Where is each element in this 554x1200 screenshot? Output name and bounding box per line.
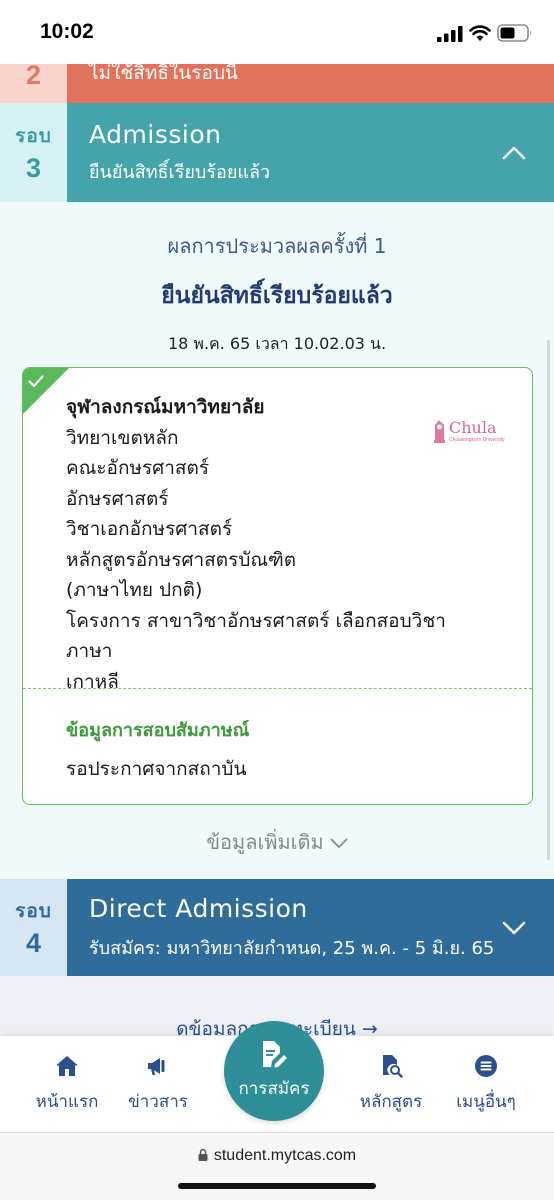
chevron-down-icon bbox=[330, 838, 348, 848]
round-4-detail: รับสมัคร: มหาวิทยาลัยกำหนด, 25 พ.ค. - 5 … bbox=[89, 937, 495, 959]
signal-icon bbox=[437, 26, 463, 42]
nav-more[interactable]: เมนูอื่นๆ bbox=[441, 1054, 531, 1115]
svg-text:Chula: Chula bbox=[449, 418, 497, 437]
interview-value: รอประกาศจากสถาบัน bbox=[66, 758, 247, 780]
round-2-panel[interactable]: ไม่ใช้สิทธิ์ในรอบนี้ bbox=[67, 64, 554, 103]
project-line-cont: เกาหลี bbox=[66, 670, 119, 693]
program-details: จุฬาลงกรณ์มหาวิทยาลัย วิทยาเขตหลัก คณะอั… bbox=[66, 392, 486, 697]
url-bar[interactable]: student.mytcas.com bbox=[0, 1147, 554, 1165]
curriculum-line: หลักสูตรอักษรศาสตรบัณฑิต bbox=[66, 548, 297, 571]
scrollbar[interactable] bbox=[547, 340, 550, 860]
round-4-label: รอบ 4 bbox=[0, 879, 67, 976]
svg-text:Chulalongkorn University: Chulalongkorn University bbox=[449, 437, 505, 443]
home-indicator bbox=[178, 1183, 376, 1189]
chula-logo-icon: Chula Chulalongkorn University bbox=[434, 418, 505, 443]
campus-line: วิทยาเขตหลัก bbox=[66, 426, 179, 449]
more-info-label: ข้อมูลเพิ่มเติม bbox=[206, 830, 324, 854]
round-4-number: 4 bbox=[25, 928, 42, 958]
lock-icon bbox=[198, 1148, 208, 1161]
interview-title: ข้อมูลการสอบสัมภาษณ์ bbox=[66, 720, 250, 741]
round-3-title: Admission bbox=[89, 119, 222, 149]
round-3-word: รอบ bbox=[15, 126, 52, 147]
round-3-status: ยืนยันสิทธิ์เรียบร้อยแล้ว bbox=[89, 161, 271, 183]
wifi-icon bbox=[469, 25, 491, 41]
round-2-label: 2 bbox=[0, 60, 67, 103]
url-text: student.mytcas.com bbox=[213, 1147, 357, 1164]
battery-icon bbox=[497, 24, 531, 42]
nav-home[interactable]: หน้าแรก bbox=[22, 1054, 112, 1115]
edit-document-icon bbox=[263, 1041, 287, 1068]
round-3-panel[interactable]: Admission ยืนยันสิทธิ์เรียบร้อยแล้ว bbox=[67, 103, 554, 202]
status-bar: 10:02 bbox=[0, 0, 554, 64]
card-divider bbox=[23, 688, 532, 689]
home-icon bbox=[56, 1056, 78, 1076]
round-3-row[interactable]: รอบ 3 Admission ยืนยันสิทธิ์เรียบร้อยแล้… bbox=[0, 103, 554, 202]
nav-news-label: ข่าวสาร bbox=[128, 1092, 188, 1112]
file-search-icon bbox=[383, 1055, 403, 1078]
faculty-line: คณะอักษรศาสตร์ bbox=[66, 457, 210, 479]
chevron-down-icon[interactable] bbox=[502, 920, 526, 936]
field-line: อักษรศาสตร์ bbox=[66, 487, 169, 510]
check-icon bbox=[28, 375, 44, 388]
round-2-number: 2 bbox=[25, 60, 42, 90]
university-name: จุฬาลงกรณ์มหาวิทยาลัย bbox=[66, 396, 265, 418]
chevron-up-icon[interactable] bbox=[502, 145, 526, 161]
result-header: ผลการประมวลผลครั้งที่ 1 ยืนยันสิทธิ์เรีย… bbox=[0, 230, 554, 357]
round-4-row[interactable]: รอบ 4 Direct Admission รับสมัคร: มหาวิทย… bbox=[0, 879, 554, 976]
nav-apply-button[interactable]: การสมัคร bbox=[224, 1021, 324, 1121]
project-line: โครงการ สาขาวิชาอักษรศาสตร์ เลือกสอบวิชา… bbox=[66, 609, 446, 663]
nav-home-label: หน้าแรก bbox=[35, 1092, 99, 1112]
nav-apply-label: การสมัคร bbox=[238, 1079, 310, 1099]
round-3-label: รอบ 3 bbox=[0, 103, 67, 202]
round-4-word: รอบ bbox=[15, 901, 52, 922]
round-2-status: ไม่ใช้สิทธิ์ในรอบนี้ bbox=[89, 64, 238, 84]
nav-courses-label: หลักสูตร bbox=[359, 1092, 423, 1112]
program-card: จุฬาลงกรณ์มหาวิทยาลัย วิทยาเขตหลัก คณะอั… bbox=[22, 367, 533, 805]
major-line: วิชาเอกอักษรศาสตร์ bbox=[66, 518, 233, 540]
round-3-number: 3 bbox=[25, 153, 42, 183]
result-round-label: ผลการประมวลผลครั้งที่ 1 bbox=[167, 234, 387, 258]
status-time: 10:02 bbox=[40, 20, 94, 43]
result-status: ยืนยันสิทธิ์เรียบร้อยแล้ว bbox=[161, 283, 393, 309]
nav-courses[interactable]: หลักสูตร bbox=[346, 1054, 436, 1115]
nav-news[interactable]: ข่าวสาร bbox=[113, 1054, 203, 1115]
menu-circle-icon bbox=[475, 1055, 497, 1077]
more-info-toggle[interactable]: ข้อมูลเพิ่มเติม bbox=[0, 826, 554, 858]
result-timestamp: 18 พ.ค. 65 เวลา 10.02.03 น. bbox=[167, 334, 387, 353]
megaphone-icon bbox=[148, 1058, 165, 1075]
round-4-panel[interactable]: Direct Admission รับสมัคร: มหาวิทยาลัยกำ… bbox=[67, 879, 554, 976]
round-2-row[interactable]: 2 ไม่ใช้สิทธิ์ในรอบนี้ bbox=[0, 60, 554, 103]
browser-bar: student.mytcas.com bbox=[0, 1132, 554, 1200]
round-4-title: Direct Admission bbox=[89, 893, 308, 923]
nav-more-label: เมนูอื่นๆ bbox=[456, 1092, 516, 1112]
language-line: (ภาษาไทย ปกติ) bbox=[66, 579, 203, 601]
